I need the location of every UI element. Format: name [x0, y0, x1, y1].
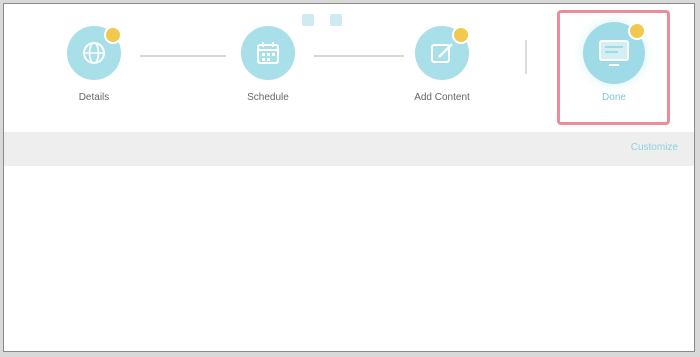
step-label: Details — [78, 92, 110, 103]
pager-dot-2[interactable] — [330, 14, 342, 26]
badge-icon — [628, 22, 646, 40]
step-header: Details Schedule Add Content Done — [4, 4, 694, 132]
step-connector-2 — [314, 55, 404, 57]
monitor-icon — [583, 22, 646, 84]
pager — [302, 14, 342, 26]
pager-dot-1[interactable] — [302, 14, 314, 26]
calendar-icon — [241, 26, 295, 80]
step-add-content[interactable]: Add Content — [392, 26, 492, 103]
step-label: Done — [602, 92, 626, 103]
step-divider — [525, 40, 527, 74]
step-connector-1 — [140, 55, 226, 57]
globe-icon — [67, 26, 122, 80]
globe-icon-glyph — [83, 42, 105, 64]
content-area — [4, 166, 694, 351]
step-label: Add Content — [414, 92, 470, 103]
app-window: Details Schedule Add Content Done Custom… — [3, 3, 695, 352]
edit-icon — [415, 26, 470, 80]
step-schedule[interactable]: Schedule — [218, 26, 318, 103]
badge-icon — [452, 26, 470, 44]
step-label: Schedule — [247, 92, 289, 103]
monitor-icon-glyph — [599, 40, 629, 66]
edit-icon-glyph — [431, 43, 453, 63]
customize-link[interactable]: Customize — [631, 142, 678, 153]
step-done[interactable]: Done — [564, 22, 664, 103]
step-details[interactable]: Details — [44, 26, 144, 103]
badge-icon — [104, 26, 122, 44]
toolbar: Customize — [4, 132, 694, 166]
calendar-icon-glyph — [257, 42, 279, 64]
